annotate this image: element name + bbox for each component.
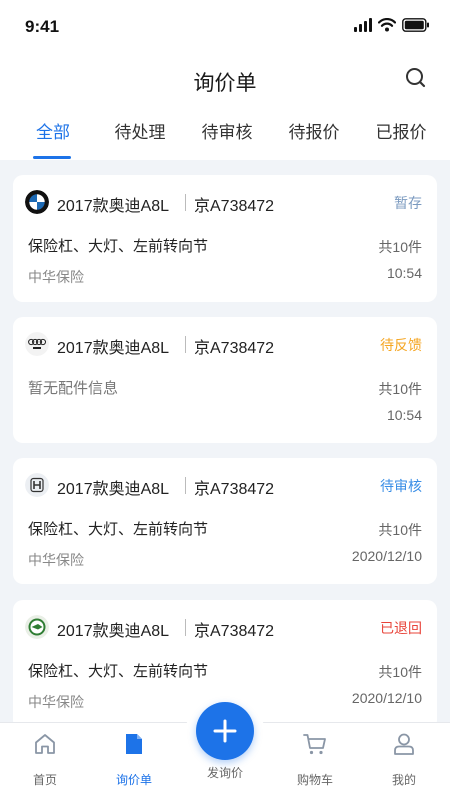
- tab-awaiting-quote[interactable]: 待报价: [286, 118, 342, 143]
- tabbar-label: 首页: [32, 773, 57, 787]
- license-plate: 京A738472: [194, 198, 275, 215]
- car-model: 2017款奥迪A8L: [57, 198, 170, 215]
- divider: [185, 477, 186, 494]
- status-badge: 已退回: [380, 620, 422, 636]
- new-inquiry-button[interactable]: [196, 702, 254, 760]
- car-model: 2017款奥迪A8L: [57, 481, 170, 498]
- user-icon: [394, 733, 414, 755]
- tabbar-label: 购物车: [296, 773, 333, 787]
- license-plate: 京A738472: [194, 481, 275, 498]
- insurer-name: 中华保险: [28, 269, 84, 285]
- license-plate: 京A738472: [194, 340, 275, 357]
- tabbar-label: 询价单: [115, 773, 152, 787]
- home-icon: [35, 734, 55, 754]
- insurer-name: 中华保险: [28, 694, 84, 710]
- status-time: 9:41: [25, 17, 60, 36]
- status-badge: 待反馈: [380, 337, 422, 353]
- status-icons: [354, 18, 430, 32]
- tabbar-item-home[interactable]: 首页: [10, 731, 80, 788]
- status-badge: 待审核: [380, 478, 422, 494]
- status-badge: 暂存: [394, 195, 422, 211]
- insurer-name: 中华保险: [28, 552, 84, 568]
- parts-list: 保险杠、大灯、左前转向节: [28, 663, 209, 680]
- tabbar-label: 我的: [391, 773, 416, 787]
- tabbar-item-profile[interactable]: 我的: [369, 731, 439, 788]
- inquiry-card[interactable]: 2017款奥迪A8L 京A738472 待反馈 暂无配件信息 共10件 10:5…: [13, 317, 437, 443]
- bmw-logo-icon: [25, 190, 49, 214]
- new-inquiry-label: 发询价: [206, 766, 243, 780]
- battery-icon: [402, 18, 429, 32]
- car-model: 2017款奥迪A8L: [57, 340, 170, 357]
- parts-list: 保险杠、大灯、左前转向节: [28, 521, 209, 538]
- tab-reviewing[interactable]: 待审核: [199, 118, 255, 143]
- car-model: 2017款奥迪A8L: [57, 623, 170, 640]
- parts-count: 共10件: [378, 239, 422, 255]
- skoda-logo-icon: [25, 615, 49, 639]
- inquiry-time: 10:54: [386, 407, 422, 423]
- divider: [185, 194, 186, 211]
- document-icon: [126, 734, 142, 754]
- tab-all[interactable]: 全部: [34, 118, 72, 143]
- inquiry-card[interactable]: 2017款奥迪A8L 京A738472 暂存 保险杠、大灯、左前转向节 共10件…: [13, 175, 437, 302]
- status-bar: 9:41: [0, 0, 450, 54]
- wifi-icon: [378, 18, 396, 32]
- divider: [185, 619, 186, 636]
- tab-pending[interactable]: 待处理: [112, 118, 168, 143]
- parts-count: 共10件: [378, 522, 422, 538]
- tabbar-item-inquiry[interactable]: 询价单: [99, 731, 169, 788]
- inquiry-time: 2020/12/10: [351, 548, 422, 564]
- tabbar-item-cart[interactable]: 购物车: [280, 731, 350, 788]
- parts-count: 共10件: [378, 664, 422, 680]
- tab-quoted[interactable]: 已报价: [373, 118, 429, 143]
- plus-icon: [213, 719, 237, 743]
- inquiry-time: 10:54: [386, 265, 422, 281]
- search-icon[interactable]: [404, 66, 428, 90]
- nav-bar: 询价单: [0, 54, 450, 102]
- audi-logo-icon: [25, 332, 49, 356]
- cart-icon: [303, 734, 326, 755]
- parts-list: 暂无配件信息: [28, 380, 119, 397]
- page-title: 询价单: [193, 72, 257, 95]
- active-tab-indicator: [33, 156, 71, 159]
- inquiry-card[interactable]: 2017款奥迪A8L 京A738472 待审核 保险杠、大灯、左前转向节 共10…: [13, 458, 437, 584]
- inquiry-list: 2017款奥迪A8L 京A738472 暂存 保险杠、大灯、左前转向节 共10件…: [0, 160, 450, 724]
- divider: [185, 336, 186, 353]
- inquiry-time: 2020/12/10: [351, 690, 422, 706]
- license-plate: 京A738472: [194, 623, 275, 640]
- filter-tabs: 全部 待处理 待审核 待报价 已报价: [0, 102, 450, 160]
- honda-logo-icon: [25, 473, 49, 497]
- parts-list: 保险杠、大灯、左前转向节: [28, 238, 209, 255]
- cellular-signal-icon: [354, 18, 372, 32]
- parts-count: 共10件: [378, 381, 422, 397]
